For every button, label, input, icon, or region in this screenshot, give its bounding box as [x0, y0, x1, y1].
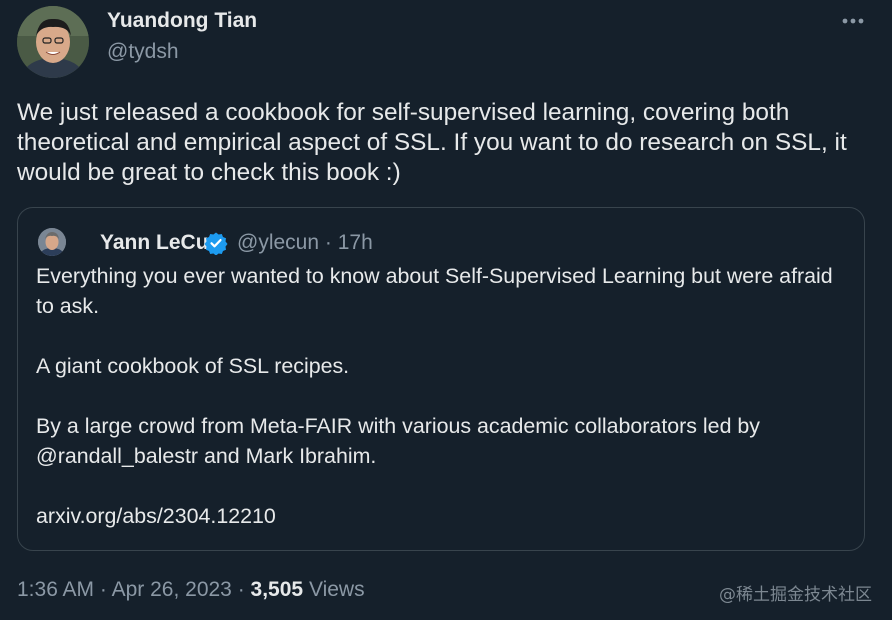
quoted-author-avatar[interactable] — [38, 228, 66, 256]
quoted-tweet-text: Everything you ever wanted to know about… — [36, 261, 848, 531]
quoted-author-meta: @ylecun · 17h — [237, 231, 373, 255]
quoted-tweet-card[interactable]: Yann LeCun @ylecun · 17h Everything you … — [17, 207, 865, 551]
author-name[interactable]: Yuandong Tian — [107, 9, 257, 33]
views-count[interactable]: 3,505 — [251, 578, 304, 601]
meta-separator: · — [237, 578, 245, 601]
meta-separator: · — [324, 231, 332, 254]
quoted-author-handle[interactable]: @ylecun — [237, 231, 319, 254]
verified-badge-icon — [204, 231, 228, 256]
more-horizontal-icon — [841, 12, 865, 30]
more-options-button[interactable] — [835, 8, 871, 34]
tweet-time[interactable]: 1:36 AM — [17, 578, 94, 601]
quoted-paragraph: Everything you ever wanted to know about… — [36, 264, 833, 318]
watermark: @稀土掘金技术社区 — [719, 585, 872, 605]
tweet-meta: 1:36 AM · Apr 26, 2023 · 3,505 Views — [17, 578, 365, 602]
tweet-text: We just released a cookbook for self-sup… — [17, 99, 847, 186]
quoted-paragraph: A giant cookbook of SSL recipes. — [36, 354, 350, 378]
views-label: Views — [308, 578, 365, 601]
meta-separator: · — [99, 578, 107, 601]
author-avatar[interactable] — [17, 6, 89, 78]
quoted-tweet-time[interactable]: 17h — [338, 231, 373, 254]
quoted-paragraph: By a large crowd from Meta-FAIR with var… — [36, 414, 761, 468]
tweet-date[interactable]: Apr 26, 2023 — [112, 578, 232, 601]
author-handle[interactable]: @tydsh — [107, 40, 179, 64]
quoted-link-paragraph: arxiv.org/abs/2304.12210 — [36, 504, 276, 528]
